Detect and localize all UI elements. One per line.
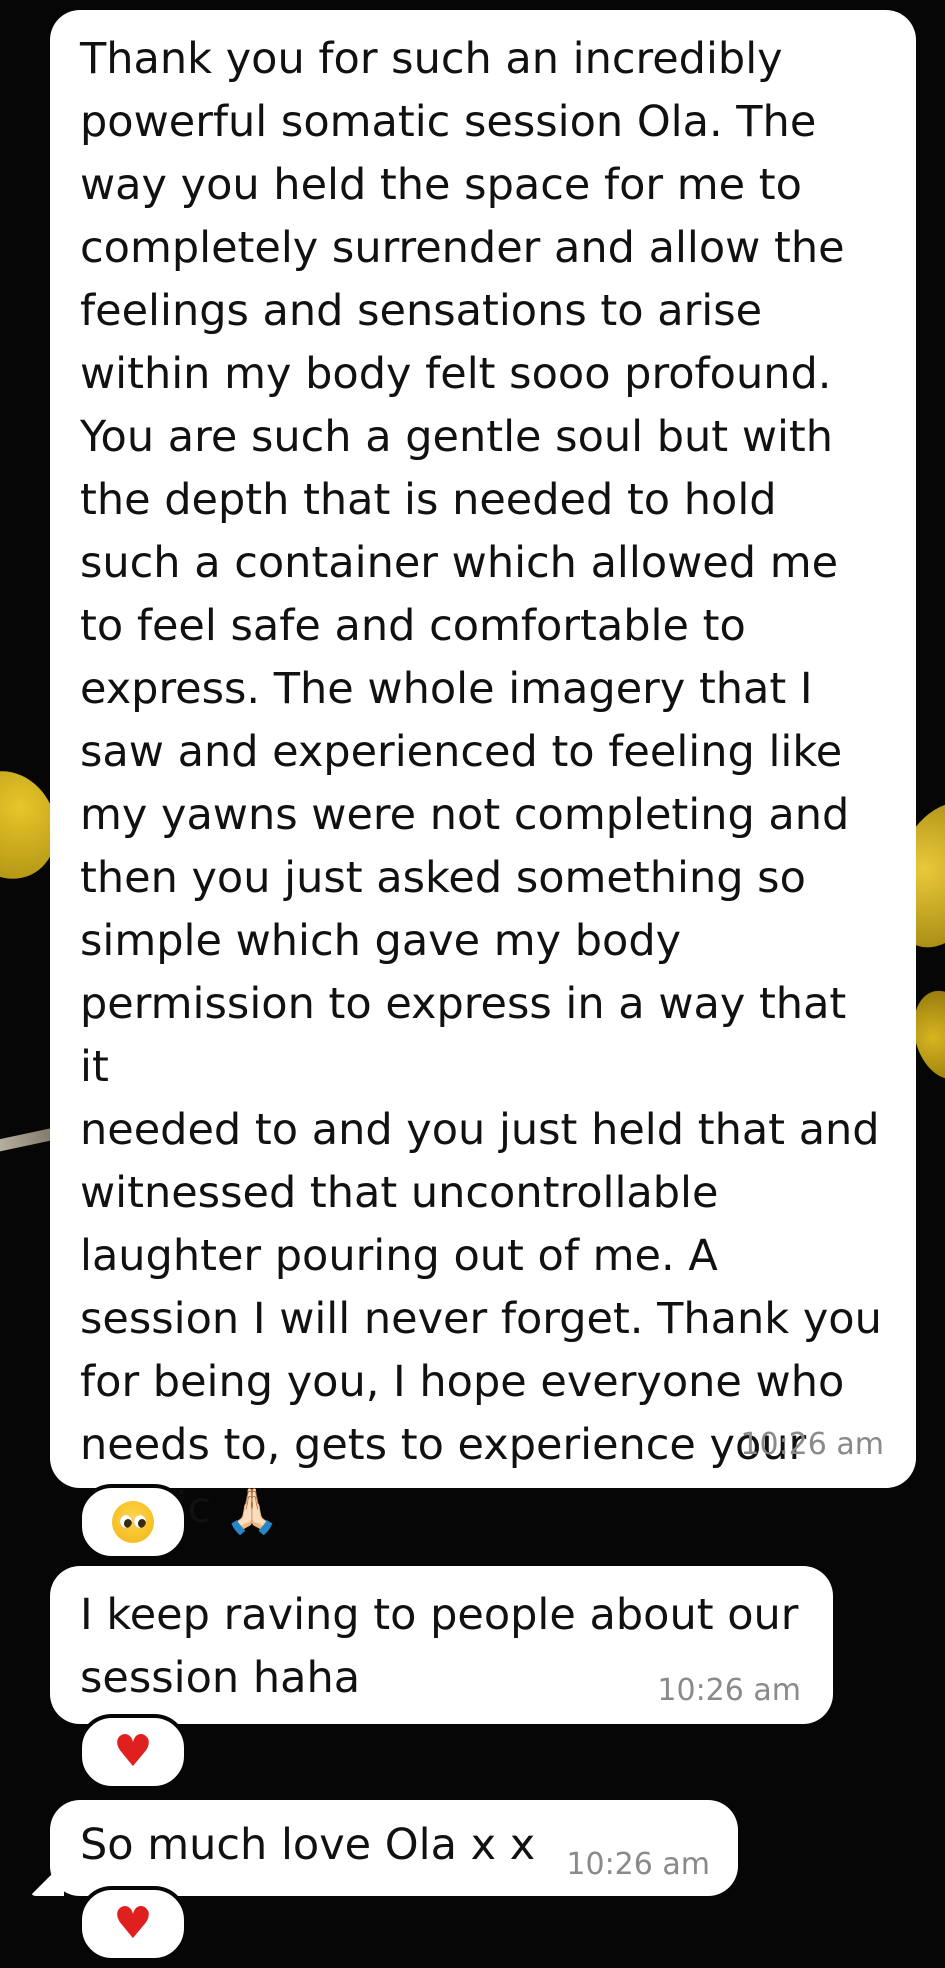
message-reaction[interactable]: ♥ <box>78 1714 188 1790</box>
chat-screen: Thank you for such an incredibly powerfu… <box>0 0 945 1968</box>
message-timestamp: 10:26 am <box>740 1427 884 1462</box>
message-bubble[interactable]: So much love Ola x x 10:26 am <box>50 1800 738 1896</box>
message-bubble[interactable]: I keep raving to people about our sessio… <box>50 1566 833 1724</box>
message-timestamp: 10:26 am <box>566 1847 710 1882</box>
message-reaction[interactable] <box>78 1484 188 1560</box>
red-heart-icon: ♥ <box>113 1898 153 1949</box>
red-heart-icon: ♥ <box>113 1726 153 1777</box>
message-bubble[interactable]: Thank you for such an incredibly powerfu… <box>50 10 916 1534</box>
message-reaction[interactable]: ♥ <box>78 1886 188 1962</box>
message-timestamp: 10:26 am <box>657 1673 801 1708</box>
pleading-face-icon <box>112 1501 154 1543</box>
folded-hands-icon: 🙏🏻 <box>224 1486 280 1537</box>
message-text: Thank you for such an incredibly powerfu… <box>80 34 882 1537</box>
